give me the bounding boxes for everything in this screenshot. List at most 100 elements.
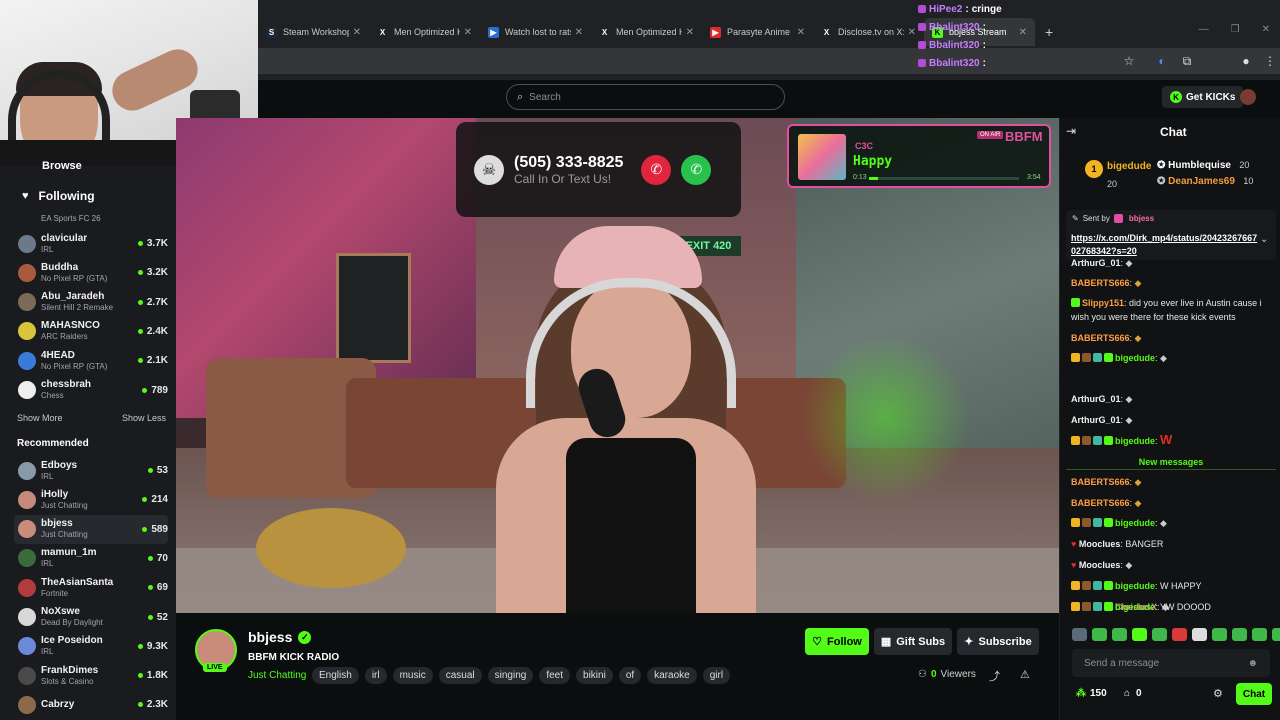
leaderboard-entry-3[interactable]: ✪ DeanJames69 10 — [1157, 171, 1253, 189]
sidebar-channel-buddha[interactable]: Buddha No Pixel RP (GTA) 3.2K — [14, 258, 168, 287]
sidebar-channel-theasiansanta[interactable]: TheAsianSanta Fortnite 69 — [14, 573, 168, 602]
collapse-chat-icon[interactable]: ⇥ — [1066, 124, 1076, 138]
tab-5[interactable]: X Disclose.tv on X: ✕ — [813, 18, 924, 46]
new-messages-divider[interactable]: New messages — [1066, 457, 1276, 470]
share-icon[interactable]: ⤴ — [989, 668, 1000, 684]
gift-subs-button[interactable]: ▦ Gift Subs — [874, 628, 952, 655]
send-chat-button[interactable]: Chat — [1236, 683, 1272, 705]
sidebar-channel-edboys[interactable]: Edboys IRL 53 — [14, 456, 168, 485]
close-tab-icon[interactable]: ✕ — [464, 27, 472, 38]
emote-icon[interactable] — [1212, 628, 1227, 641]
leaderboard-entry-1[interactable]: bigedude 20 — [1107, 156, 1151, 192]
stream-tag[interactable]: karaoke — [647, 667, 697, 684]
chat-username[interactable]: ArthurG_01 — [1071, 415, 1121, 425]
close-tab-icon[interactable]: ✕ — [908, 27, 916, 38]
chat-username[interactable]: bigedude — [1115, 353, 1155, 363]
chat-input[interactable]: Send a message ☻ — [1072, 649, 1270, 677]
following-header[interactable]: ♥ Following — [22, 189, 95, 203]
show-less-link[interactable]: Show Less — [122, 413, 166, 423]
sidebar-channel-cabrzy[interactable]: Cabrzy 2.3K — [14, 690, 168, 719]
close-tab-icon[interactable]: ✕ — [353, 27, 361, 38]
sidebar-channel-frankdimes[interactable]: FrankDimes Slots & Casino 1.8K — [14, 661, 168, 690]
close-tab-icon[interactable]: ✕ — [686, 27, 694, 38]
emote-icon[interactable] — [1172, 628, 1187, 641]
emote-icon[interactable] — [1272, 628, 1280, 641]
emote-icon[interactable] — [1152, 628, 1167, 641]
restore-icon[interactable]: ❐ — [1231, 24, 1240, 35]
sidebar-channel-4head[interactable]: 4HEAD No Pixel RP (GTA) 2.1K — [14, 346, 168, 375]
stream-tag[interactable]: bikini — [576, 667, 613, 684]
emote-icon: ◆ — [1125, 560, 1133, 570]
stream-tag[interactable]: music — [392, 667, 433, 684]
chat-username[interactable]: BABERTS666 — [1071, 333, 1130, 343]
sidebar-channel-ice-poseidon[interactable]: Ice Poseidon IRL 9.3K — [14, 632, 168, 661]
new-tab-button[interactable]: + — [1035, 24, 1063, 40]
tab-0[interactable]: S Steam Workshop::✕ — [258, 18, 369, 46]
profile-icon[interactable]: ● — [1238, 53, 1254, 69]
sidebar-channel-clavicular[interactable]: clavicular IRL 3.7K — [14, 229, 168, 258]
follow-button[interactable]: ♡ Follow — [805, 628, 869, 655]
emote-icon[interactable] — [1092, 628, 1107, 641]
tab-1[interactable]: X Men Optimized H ✕ — [369, 18, 480, 46]
gear-icon[interactable]: ⚙ — [1213, 687, 1223, 700]
user-avatar[interactable] — [1240, 89, 1256, 105]
menu-dots-icon[interactable]: ⋮ — [1262, 53, 1278, 69]
chat-username[interactable]: bigedude — [1115, 602, 1155, 612]
drops-balance[interactable]: ⌂ 0 — [1124, 688, 1142, 699]
show-more-link[interactable]: Show More — [17, 413, 63, 423]
emote-icon[interactable] — [1072, 628, 1087, 641]
sidebar-channel-chessbrah[interactable]: chessbrah Chess 789 — [14, 376, 168, 405]
chat-username[interactable]: ArthurG_01 — [1071, 394, 1121, 404]
stream-tag[interactable]: of — [618, 667, 642, 684]
pinned-link[interactable]: https://x.com/Dirk_mp4/status/2042326766… — [1071, 232, 1261, 258]
puzzle-icon[interactable]: ⧉ — [1179, 53, 1195, 69]
channel-name: Buddha — [41, 261, 79, 273]
chat-username[interactable]: bigedude — [1115, 581, 1155, 591]
sidebar-channel-noxswe[interactable]: NoXswe Dead By Daylight 52 — [14, 603, 168, 632]
stream-tag[interactable]: singing — [487, 667, 534, 684]
expand-pinned-icon[interactable]: ⌄ — [1260, 234, 1268, 245]
stream-tag[interactable]: feet — [539, 667, 571, 684]
chat-username[interactable]: BABERTS666 — [1071, 477, 1130, 487]
chat-username[interactable]: bigedude — [1115, 436, 1155, 446]
sidebar-channel-bbjess[interactable]: bbjess Just Chatting 589 — [14, 514, 168, 544]
sidebar-channel-iholly[interactable]: iHolly Just Chatting 214 — [14, 485, 168, 514]
search-input[interactable]: ⌕ Search — [506, 84, 785, 110]
tab-2[interactable]: ▶ Watch lost to rats ✕ — [480, 18, 591, 46]
close-window-icon[interactable]: ✕ — [1262, 24, 1270, 35]
kicks-balance[interactable]: ⁂ 150 — [1076, 688, 1107, 699]
bookmark-star-icon[interactable]: ☆ — [1121, 53, 1137, 69]
emote-icon[interactable] — [1232, 628, 1247, 641]
emoji-icon[interactable]: ☻ — [1247, 658, 1258, 669]
tab-3[interactable]: X Men Optimized H ✕ — [591, 18, 702, 46]
close-tab-icon[interactable]: ✕ — [797, 27, 805, 38]
stream-tag[interactable]: English — [312, 667, 359, 684]
chat-username[interactable]: ArthurG_01 — [1071, 258, 1121, 268]
chat-username[interactable]: bigedude — [1115, 518, 1155, 528]
close-tab-icon[interactable]: ✕ — [575, 27, 583, 38]
chat-username[interactable]: Slippy151 — [1082, 298, 1124, 308]
emote-icon[interactable] — [1252, 628, 1267, 641]
browse-link[interactable]: Browse — [42, 160, 82, 172]
emote-icon[interactable] — [1192, 628, 1207, 641]
minimize-icon[interactable]: — — [1199, 24, 1209, 35]
chat-username[interactable]: BABERTS666 — [1071, 498, 1130, 508]
category-link[interactable]: Just Chatting — [248, 670, 306, 681]
extension-icon[interactable]: ◐ — [1154, 53, 1170, 69]
sidebar-channel-mahasnco[interactable]: MAHASNCO ARC Raiders 2.4K — [14, 317, 168, 346]
emote-icon[interactable] — [1132, 628, 1147, 641]
sidebar-channel-abu-jaradeh[interactable]: Abu_Jaradeh Silent Hill 2 Remake 2.7K — [14, 288, 168, 317]
stream-tag[interactable]: casual — [438, 667, 482, 684]
emote-icon[interactable] — [1112, 628, 1127, 641]
subscribe-button[interactable]: ✦ Subscribe — [957, 628, 1039, 655]
report-icon[interactable]: ⚠ — [1020, 668, 1030, 681]
chat-username[interactable]: BABERTS666 — [1071, 278, 1130, 288]
streamer-name[interactable]: bbjess ✓ — [248, 629, 312, 645]
chat-username[interactable]: Mooclues — [1079, 560, 1121, 570]
chat-username[interactable]: Mooclues — [1079, 539, 1121, 549]
sidebar-channel-mamun-1m[interactable]: mamun_1m IRL 70 — [14, 544, 168, 573]
stream-tag[interactable]: girl — [702, 667, 731, 684]
stream-tag[interactable]: irl — [364, 667, 387, 684]
get-kicks-button[interactable]: K Get KICKs — [1162, 86, 1244, 108]
tab-4[interactable]: ▶ Parasyte Anime O ✕ — [702, 18, 813, 46]
